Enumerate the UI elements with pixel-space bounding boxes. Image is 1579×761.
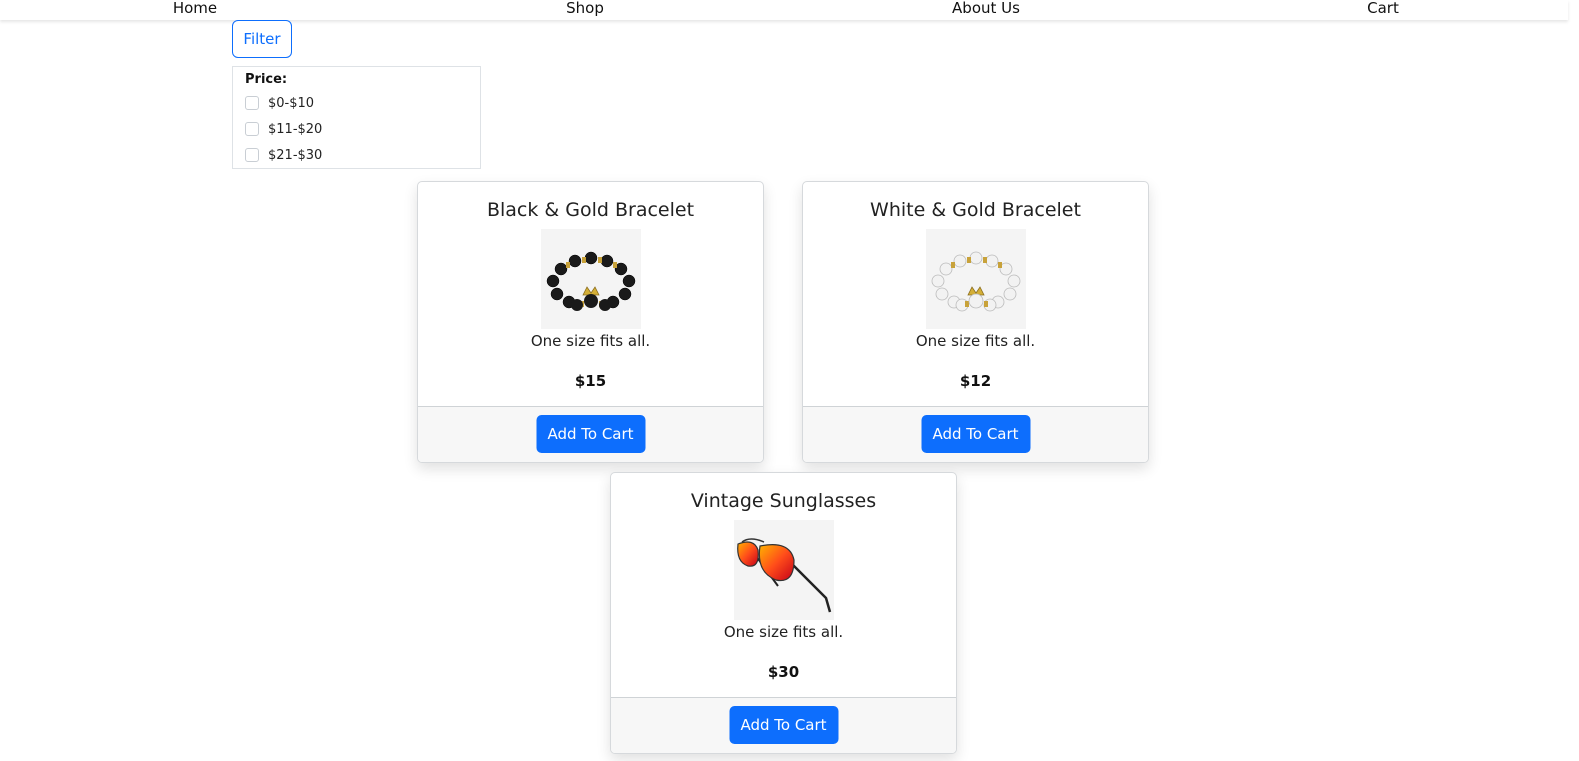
price-option-label: $0-$10 [268, 95, 315, 111]
add-to-cart-button[interactable]: Add To Cart [921, 415, 1030, 453]
nav-home-link[interactable]: Home [173, 0, 217, 18]
price-option-21-30[interactable]: $21-$30 [245, 146, 322, 164]
nav-shop-link[interactable]: Shop [566, 0, 604, 18]
product-price: $15 [574, 372, 607, 390]
add-to-cart-button[interactable]: Add To Cart [536, 415, 645, 453]
price-option-label: $21-$30 [268, 147, 323, 163]
filter-panel: Price: $0-$10 $11-$20 $21-$30 [232, 66, 481, 169]
top-navbar: Home Shop About Us Cart [0, 0, 1568, 20]
price-option-0-10[interactable]: $0-$10 [245, 94, 314, 112]
product-title: Vintage Sunglasses [690, 490, 877, 512]
product-description: One size fits all. [723, 623, 844, 641]
price-11-20-checkbox[interactable] [245, 122, 259, 136]
product-card: Vintage Sunglasses One size fits all. $3… [610, 472, 957, 754]
card-footer: Add To Cart [611, 697, 956, 753]
price-option-11-20[interactable]: $11-$20 [245, 120, 322, 138]
product-description: One size fits all. [915, 332, 1036, 350]
nav-about-us-link[interactable]: About Us [952, 0, 1020, 18]
product-description: One size fits all. [530, 332, 651, 350]
card-footer: Add To Cart [803, 406, 1148, 462]
white-gold-bracelet-image [926, 229, 1026, 329]
card-footer: Add To Cart [418, 406, 763, 462]
price-option-label: $11-$20 [268, 121, 323, 137]
product-price: $12 [959, 372, 992, 390]
product-card: White & Gold Bracelet One size fits all.… [802, 181, 1149, 463]
vintage-sunglasses-image [734, 520, 834, 620]
price-0-10-checkbox[interactable] [245, 96, 259, 110]
filter-button[interactable]: Filter [232, 20, 292, 58]
price-21-30-checkbox[interactable] [245, 148, 259, 162]
nav-cart-link[interactable]: Cart [1367, 0, 1399, 18]
product-title: Black & Gold Bracelet [486, 199, 695, 221]
product-price: $30 [767, 663, 800, 681]
price-filter-title: Price: [245, 72, 288, 87]
add-to-cart-button[interactable]: Add To Cart [729, 706, 838, 744]
black-gold-bracelet-image [541, 229, 641, 329]
product-title: White & Gold Bracelet [870, 199, 1081, 221]
product-card: Black & Gold Bracelet One size fits all.… [417, 181, 764, 463]
